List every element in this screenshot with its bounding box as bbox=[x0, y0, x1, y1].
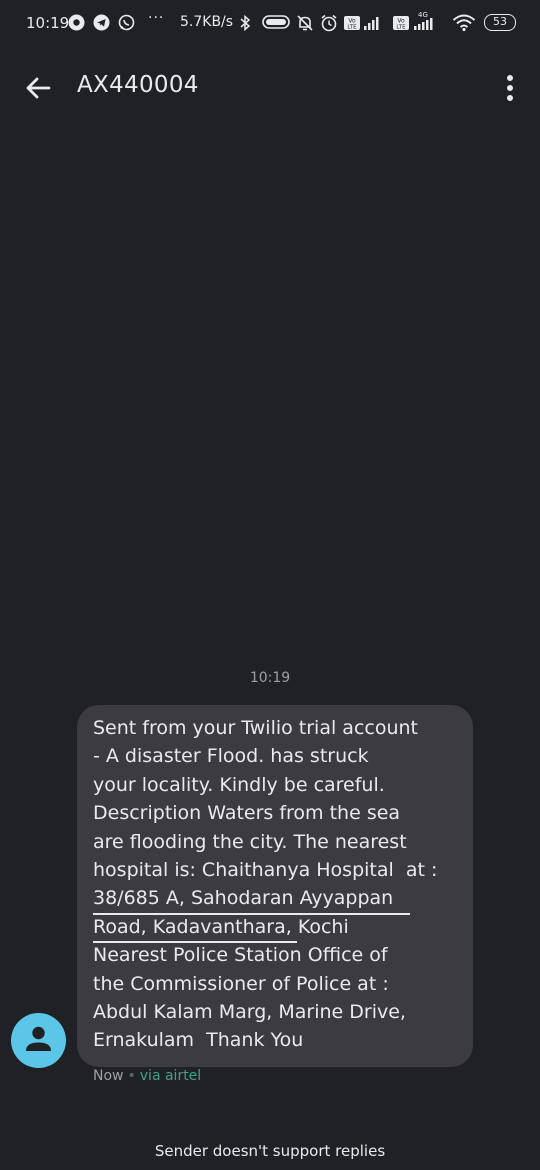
address-link-underline[interactable] bbox=[93, 913, 410, 915]
more-vertical-icon[interactable] bbox=[497, 72, 523, 104]
mute-bell-icon bbox=[297, 15, 313, 31]
record-icon bbox=[68, 14, 85, 31]
svg-text:Vo: Vo bbox=[348, 18, 356, 25]
message-text: Sent from your Twilio trial account - A … bbox=[93, 717, 438, 1052]
svg-text:Vo: Vo bbox=[397, 18, 405, 25]
battery-indicator: 53 bbox=[484, 14, 516, 31]
svg-text:4G: 4G bbox=[418, 11, 428, 19]
meta-separator: • bbox=[127, 1068, 136, 1084]
network-speed: 5.7KB/s bbox=[180, 14, 234, 30]
telegram-icon bbox=[93, 14, 110, 31]
message-meta: Now • via airtel bbox=[93, 1068, 201, 1084]
status-time: 10:19 bbox=[26, 14, 70, 32]
bluetooth-icon bbox=[240, 14, 251, 32]
message-timestamp: 10:19 bbox=[249, 670, 291, 686]
address-link-underline[interactable] bbox=[93, 941, 297, 943]
app-bar: AX440004 bbox=[0, 56, 540, 118]
toggle-icon bbox=[262, 15, 290, 29]
whatsapp-icon bbox=[118, 14, 135, 31]
person-icon[interactable] bbox=[11, 1013, 66, 1068]
more-notifications-indicator: ··· bbox=[148, 10, 165, 26]
signal-sim2-icon: Vo LTE 4G bbox=[393, 11, 433, 31]
wifi-icon bbox=[452, 14, 476, 32]
reply-unsupported-note: Sender doesn't support replies bbox=[154, 1142, 386, 1160]
message-status-time: Now bbox=[93, 1068, 124, 1084]
arrow-left-icon[interactable] bbox=[22, 72, 54, 104]
svg-text:LTE: LTE bbox=[396, 25, 406, 31]
conversation-title: AX440004 bbox=[77, 72, 199, 98]
message-bubble[interactable]: Sent from your Twilio trial account - A … bbox=[77, 705, 473, 1067]
svg-text:LTE: LTE bbox=[347, 25, 357, 31]
alarm-icon bbox=[321, 14, 337, 32]
carrier-label: via airtel bbox=[139, 1068, 202, 1084]
signal-sim1-icon: Vo LTE bbox=[344, 16, 379, 31]
status-bar: 10:19 ··· 5.7KB/s Vo LTE Vo LTE 4G 53 bbox=[0, 0, 540, 48]
